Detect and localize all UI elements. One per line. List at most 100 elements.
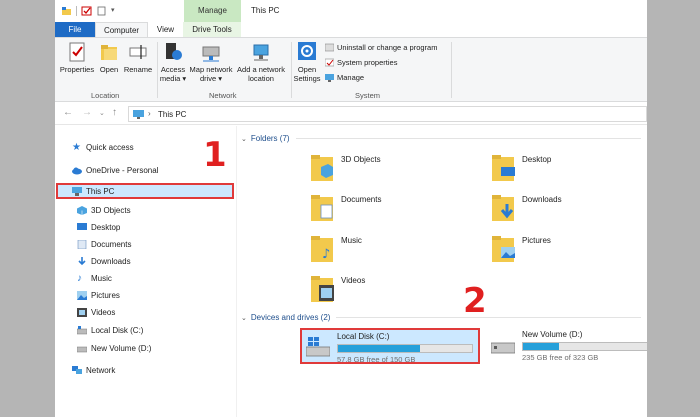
open-button[interactable]: Open <box>96 41 122 74</box>
properties-button[interactable]: Properties <box>59 41 95 74</box>
open-label: Open <box>99 65 119 74</box>
folder-videos-icon <box>311 276 334 302</box>
up-arrow-icon[interactable]: ↑ <box>112 107 117 118</box>
folder-label: Downloads <box>522 195 562 204</box>
nav-item-videos[interactable]: Videos <box>77 305 115 319</box>
nav-label: New Volume (D:) <box>91 343 152 353</box>
quick-access-toolbar: ▾ <box>61 5 126 17</box>
rename-icon <box>129 45 147 59</box>
folder-downloads[interactable]: Downloads <box>492 193 647 227</box>
manage-tab[interactable]: Manage <box>184 0 241 22</box>
folder-music-icon: ♪ <box>311 236 333 262</box>
nav-item-local-disk[interactable]: Local Disk (C:) <box>77 323 143 337</box>
drive-free-space: 57.8 GB free of 150 GB <box>337 355 416 364</box>
rename-button[interactable]: Rename <box>123 41 153 74</box>
address-path: This PC <box>158 110 187 119</box>
access-media-label-2: media ▾ <box>159 74 187 83</box>
customize-qa-icon[interactable]: ▾ <box>111 6 122 16</box>
open-settings-button[interactable]: Open Settings <box>293 41 321 83</box>
properties-check-icon[interactable] <box>81 6 92 16</box>
folder-desktop-icon <box>492 155 515 181</box>
annotation-marker-2: 2 <box>463 281 487 321</box>
folders-header-label: Folders (7) <box>250 134 290 143</box>
rename-label: Rename <box>123 65 153 74</box>
system-properties-button[interactable]: System properties <box>325 58 397 67</box>
section-divider <box>336 317 641 318</box>
manage-label: Manage <box>337 73 365 82</box>
folder-videos[interactable]: Videos <box>311 274 481 308</box>
nav-item-new-volume[interactable]: New Volume (D:) <box>77 341 151 355</box>
drive-new-volume-d[interactable]: New Volume (D:) 235 GB free of 323 GB <box>487 328 647 364</box>
system-group-label: System <box>355 91 381 100</box>
open-folder-icon <box>101 45 117 60</box>
drive-free-space: 235 GB free of 323 GB <box>522 353 599 362</box>
tab-view[interactable]: View <box>148 22 183 37</box>
add-network-location-button[interactable]: Add a network location <box>235 41 287 83</box>
nav-item-downloads[interactable]: Downloads <box>77 254 131 268</box>
nav-item-3d-objects[interactable]: 3D Objects <box>77 203 131 217</box>
folder-downloads-icon <box>492 195 514 221</box>
nav-label: Quick access <box>86 142 134 152</box>
nav-item-quick-access[interactable]: ★ Quick access <box>72 140 134 154</box>
nav-item-pictures[interactable]: Pictures <box>77 288 120 302</box>
section-divider <box>295 138 641 139</box>
nav-item-desktop[interactable]: Desktop <box>77 220 120 234</box>
open-settings-label-2: Settings <box>293 74 321 83</box>
forward-arrow-icon[interactable]: → <box>82 107 92 118</box>
film-icon <box>77 307 87 317</box>
nav-item-documents[interactable]: Documents <box>77 237 131 251</box>
nav-item-music[interactable]: ♪ Music <box>77 271 112 285</box>
drive-usage-bar <box>522 342 647 351</box>
folder-desktop[interactable]: Desktop <box>492 153 647 187</box>
folders-section-header[interactable]: ⌄ Folders (7) <box>241 134 641 143</box>
nav-label: OneDrive - Personal <box>86 165 159 175</box>
music-note-icon: ♪ <box>77 272 82 284</box>
add-network-label-2: location <box>248 74 274 83</box>
drive-usage-fill <box>338 345 420 352</box>
tab-drive-tools[interactable]: Drive Tools <box>183 22 241 37</box>
new-folder-icon[interactable] <box>96 6 107 16</box>
recent-locations-chevron-icon[interactable]: ⌄ <box>99 109 105 117</box>
access-media-label-1: Access <box>160 65 186 74</box>
breadcrumb-chevron-icon[interactable]: › <box>148 109 151 118</box>
cube-icon <box>77 205 87 215</box>
screenshot-frame: ▾ Manage This PC File Computer View Driv… <box>0 0 700 417</box>
nav-label: Desktop <box>91 222 121 232</box>
folder-label: Music <box>341 236 362 245</box>
nav-item-network[interactable]: Network <box>72 363 115 377</box>
folder-3d-objects[interactable]: 3D Objects <box>311 153 481 187</box>
nav-item-onedrive[interactable]: OneDrive - Personal <box>72 163 158 177</box>
computer-icon <box>72 186 82 196</box>
access-media-button[interactable]: Access media ▾ <box>159 41 187 83</box>
title-bar: ▾ Manage This PC <box>55 0 647 22</box>
explorer-icon[interactable] <box>61 6 72 16</box>
tab-file[interactable]: File <box>55 22 95 37</box>
drive-local-disk-c[interactable]: Local Disk (C:) 57.8 GB free of 150 GB <box>300 328 480 364</box>
access-media-icon <box>166 43 182 60</box>
tab-computer[interactable]: Computer <box>95 22 148 37</box>
manage-button[interactable]: Manage <box>325 73 364 82</box>
uninstall-program-button[interactable]: Uninstall or change a program <box>325 43 437 52</box>
network-icon <box>72 365 82 374</box>
address-box[interactable]: › This PC <box>128 106 647 122</box>
add-network-location-icon <box>253 44 269 61</box>
back-arrow-icon[interactable]: ← <box>63 107 73 118</box>
system-properties-icon <box>325 58 334 67</box>
address-bar-row: ← → ⌄ ↑ › This PC <box>55 103 647 125</box>
document-icon <box>77 239 87 249</box>
folder-music[interactable]: ♪ Music <box>311 234 481 268</box>
nav-item-this-pc[interactable]: This PC <box>72 184 114 198</box>
folder-3d-objects-icon <box>311 155 333 181</box>
star-icon: ★ <box>72 141 81 153</box>
folder-documents[interactable]: Documents <box>311 193 481 227</box>
system-properties-label: System properties <box>337 58 398 67</box>
map-network-drive-button[interactable]: Map network drive ▾ <box>188 41 234 83</box>
drive-usage-bar <box>337 344 473 353</box>
file-explorer-window: ▾ Manage This PC File Computer View Driv… <box>55 0 647 417</box>
svg-text:♪: ♪ <box>322 247 330 262</box>
ribbon-tabs: File Computer View Drive Tools <box>55 22 647 37</box>
folder-pictures[interactable]: Pictures <box>492 234 647 268</box>
nav-label: This PC <box>86 186 115 196</box>
devices-section-header[interactable]: ⌄ Devices and drives (2) <box>241 313 641 322</box>
add-network-label-1: Add a network <box>237 65 285 74</box>
